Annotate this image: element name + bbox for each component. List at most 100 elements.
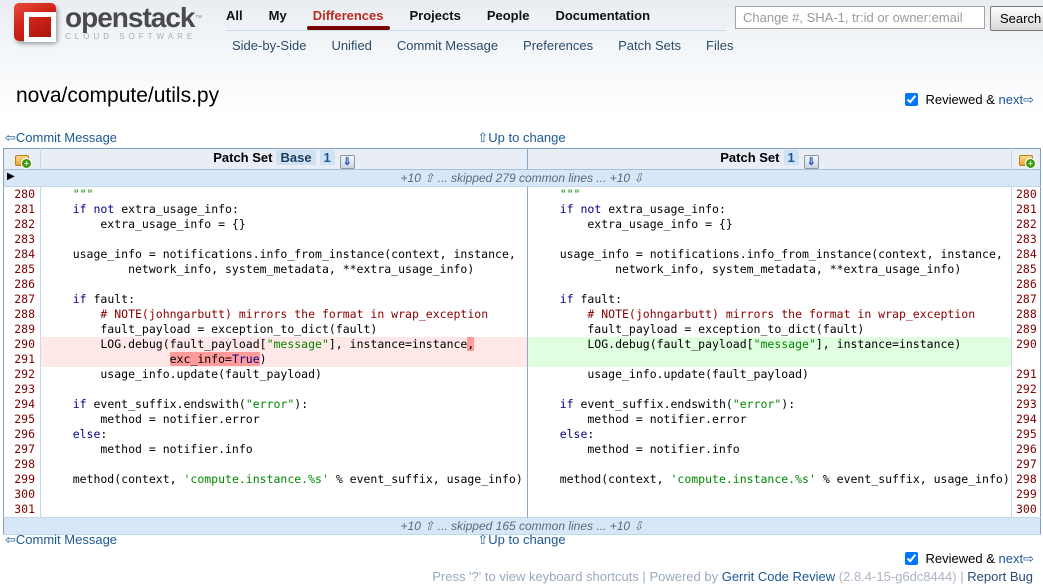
- expand-down-link-bottom[interactable]: +10 ⇩: [610, 519, 644, 533]
- commit-message-link-bottom[interactable]: ⇦Commit Message: [5, 532, 117, 547]
- expand-up-link-bottom[interactable]: +10 ⇧: [401, 519, 435, 533]
- line-number-right[interactable]: 284: [1012, 247, 1041, 262]
- reviewed-label: Reviewed &: [926, 92, 995, 107]
- tab-people[interactable]: People: [487, 8, 530, 25]
- code-cell-left: [41, 277, 528, 292]
- powered-by-text: Powered by: [649, 569, 718, 584]
- code-row: 297 method = notifier.info method = noti…: [4, 442, 1041, 457]
- tab-my[interactable]: My: [269, 8, 287, 25]
- code-cell-right: fault_payload = exception_to_dict(fault): [528, 322, 1012, 337]
- next-file-link[interactable]: next⇨: [999, 92, 1034, 107]
- up-to-change-link-bottom[interactable]: ⇧Up to change: [477, 532, 565, 548]
- report-bug-link[interactable]: Report Bug: [967, 569, 1033, 584]
- patch-set-number-link-right[interactable]: 1: [784, 150, 799, 165]
- subtab-preferences[interactable]: Preferences: [523, 38, 593, 53]
- code-cell-right: network_info, system_metadata, **extra_u…: [528, 262, 1012, 277]
- patch-set-label-left: Patch Set: [213, 150, 272, 165]
- search-input[interactable]: [735, 6, 985, 29]
- code-cell-left: [41, 487, 528, 502]
- line-number-right[interactable]: 293: [1012, 397, 1041, 412]
- line-number-left[interactable]: 291: [4, 352, 41, 367]
- tab-documentation[interactable]: Documentation: [555, 8, 650, 25]
- code-row: 286 286: [4, 277, 1041, 292]
- footer-separator: |: [642, 569, 645, 584]
- code-row: 282 extra_usage_info = {} extra_usage_in…: [4, 217, 1041, 232]
- line-number-left[interactable]: 285: [4, 262, 41, 277]
- trademark-symbol: ™: [195, 13, 203, 22]
- up-to-change-link[interactable]: ⇧Up to change: [477, 130, 565, 146]
- subtab-commit-message[interactable]: Commit Message: [397, 38, 498, 53]
- line-number-right[interactable]: 282: [1012, 217, 1041, 232]
- line-number-left[interactable]: 293: [4, 382, 41, 397]
- reviewed-checkbox-bottom[interactable]: [905, 552, 918, 565]
- line-number-left[interactable]: 292: [4, 367, 41, 382]
- line-number-left[interactable]: 283: [4, 232, 41, 247]
- line-number-right[interactable]: 287: [1012, 292, 1041, 307]
- line-number-left[interactable]: 298: [4, 457, 41, 472]
- line-number-left[interactable]: 301: [4, 502, 41, 518]
- download-icon-right[interactable]: ⇓: [804, 155, 819, 169]
- line-number-left[interactable]: 297: [4, 442, 41, 457]
- line-number-left[interactable]: 282: [4, 217, 41, 232]
- line-number-right[interactable]: 291: [1012, 367, 1041, 382]
- line-number-right[interactable]: 299: [1012, 487, 1041, 502]
- gerrit-code-review-link[interactable]: Gerrit Code Review: [722, 569, 835, 584]
- side-by-side-diff-table: Patch SetBase1⇓ Patch Set1⇓ ▶ +10 ⇧ ... …: [3, 148, 1041, 535]
- line-number-left[interactable]: 284: [4, 247, 41, 262]
- line-number-right[interactable]: 283: [1012, 232, 1041, 247]
- line-number-right[interactable]: 289: [1012, 322, 1041, 337]
- tab-projects[interactable]: Projects: [410, 8, 461, 25]
- tab-differences[interactable]: Differences: [313, 8, 384, 25]
- line-number-left[interactable]: 299: [4, 472, 41, 487]
- footer-separator-2: |: [960, 569, 963, 584]
- openstack-cube-icon: [14, 3, 56, 41]
- line-number-left[interactable]: 294: [4, 397, 41, 412]
- expand-up-link-top[interactable]: +10 ⇧: [401, 171, 435, 185]
- code-cell-right: if event_suffix.endswith("error"):: [528, 397, 1012, 412]
- line-number-left[interactable]: 287: [4, 292, 41, 307]
- commit-message-link[interactable]: ⇦Commit Message: [5, 130, 117, 145]
- nav-tab-row: All My Differences Projects People Documentat…: [226, 5, 726, 31]
- subtab-unified[interactable]: Unified: [331, 38, 371, 53]
- add-file-comment-icon-left[interactable]: [15, 155, 29, 166]
- line-number-left[interactable]: 295: [4, 412, 41, 427]
- line-number-right[interactable]: 295: [1012, 427, 1041, 442]
- subtab-patch-sets[interactable]: Patch Sets: [618, 38, 681, 53]
- line-number-right[interactable]: [1012, 352, 1041, 367]
- line-number-right[interactable]: 298: [1012, 472, 1041, 487]
- line-number-right[interactable]: 297: [1012, 457, 1041, 472]
- line-number-left[interactable]: 281: [4, 202, 41, 217]
- line-number-right[interactable]: 280: [1012, 187, 1041, 203]
- download-icon-left[interactable]: ⇓: [340, 155, 355, 169]
- line-number-right[interactable]: 296: [1012, 442, 1041, 457]
- line-number-right[interactable]: 290: [1012, 337, 1041, 352]
- line-number-right[interactable]: 292: [1012, 382, 1041, 397]
- line-number-right[interactable]: 300: [1012, 502, 1041, 518]
- line-number-left[interactable]: 296: [4, 427, 41, 442]
- subtab-side-by-side[interactable]: Side-by-Side: [232, 38, 306, 53]
- tab-all[interactable]: All: [226, 8, 243, 25]
- subtab-files[interactable]: Files: [706, 38, 733, 53]
- line-number-left[interactable]: 286: [4, 277, 41, 292]
- line-number-right[interactable]: 281: [1012, 202, 1041, 217]
- line-number-left[interactable]: 289: [4, 322, 41, 337]
- line-number-left[interactable]: 280: [4, 187, 41, 203]
- reviewed-label-bottom: Reviewed &: [926, 551, 995, 566]
- add-file-comment-icon-right[interactable]: [1019, 155, 1033, 166]
- line-number-right[interactable]: 294: [1012, 412, 1041, 427]
- line-number-left[interactable]: 290: [4, 337, 41, 352]
- main-navigation: All My Differences Projects People Documentat…: [226, 5, 726, 55]
- search-button[interactable]: Search: [990, 6, 1043, 31]
- next-file-link-bottom[interactable]: next⇨: [999, 551, 1034, 566]
- line-number-left[interactable]: 300: [4, 487, 41, 502]
- patch-set-number-link-left[interactable]: 1: [320, 150, 335, 165]
- reviewed-checkbox-top[interactable]: [905, 93, 918, 106]
- code-row: 285 network_info, system_metadata, **ext…: [4, 262, 1041, 277]
- line-number-right[interactable]: 288: [1012, 307, 1041, 322]
- line-number-right[interactable]: 285: [1012, 262, 1041, 277]
- code-cell-right: usage_info = notifications.info_from_ins…: [528, 247, 1012, 262]
- expand-down-link-top[interactable]: +10 ⇩: [610, 171, 644, 185]
- line-number-right[interactable]: 286: [1012, 277, 1041, 292]
- line-number-left[interactable]: 288: [4, 307, 41, 322]
- code-cell-right: method = notifier.error: [528, 412, 1012, 427]
